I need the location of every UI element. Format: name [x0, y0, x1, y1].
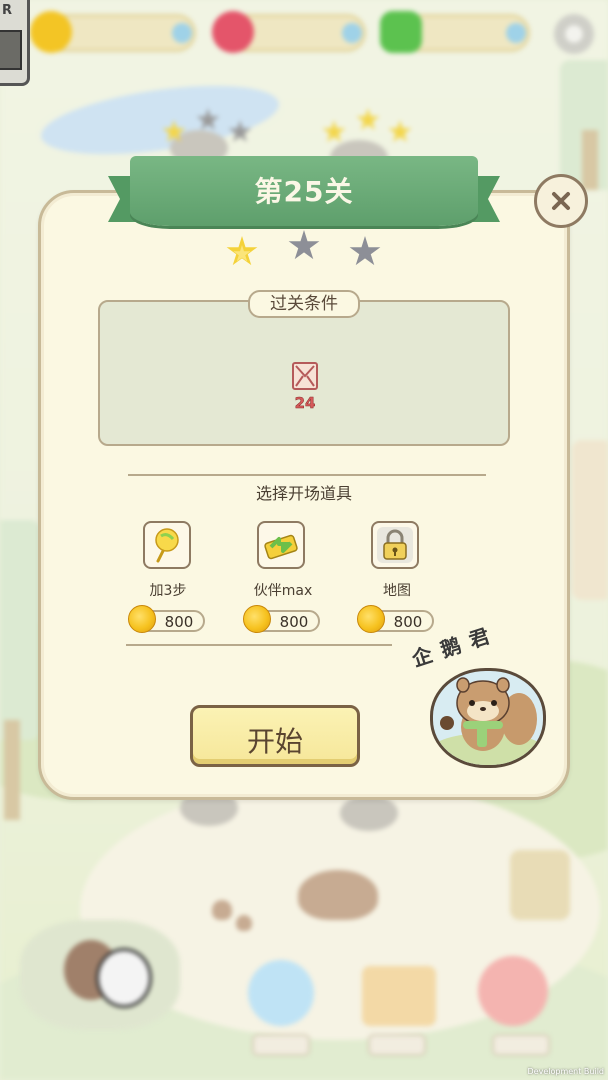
clover-icon	[380, 11, 422, 53]
coin-icon	[357, 605, 385, 633]
heart-icon	[212, 11, 254, 53]
goal-tile-icon	[292, 362, 318, 390]
globe-button[interactable]	[248, 960, 314, 1026]
plus-icon[interactable]	[172, 23, 192, 43]
heart-counter[interactable]	[212, 11, 366, 53]
box-button[interactable]	[362, 966, 436, 1026]
booster-name: 地图	[383, 583, 411, 599]
conditions-title: 过关条件	[248, 290, 360, 318]
close-icon	[552, 192, 570, 210]
boosters-label: 选择开场道具	[255, 484, 352, 503]
lollipop-icon	[155, 528, 179, 563]
booster-plus3-button[interactable]	[143, 521, 191, 569]
divider	[126, 644, 392, 646]
title-ribbon: 第25关	[130, 156, 478, 226]
panda-image	[96, 948, 152, 1008]
lock-icon	[383, 529, 407, 560]
booster-map-button[interactable]	[371, 521, 419, 569]
mascot-avatar	[430, 668, 546, 768]
coin-counter[interactable]	[30, 11, 196, 53]
goal-count: 24	[294, 394, 316, 413]
resource-bar	[0, 0, 608, 70]
coin-icon	[243, 605, 271, 633]
booster-name: 加3步	[149, 583, 187, 599]
start-button[interactable]: 开始	[190, 705, 360, 767]
search-icon[interactable]	[478, 956, 548, 1026]
side-reward-button[interactable]	[510, 850, 570, 920]
debug-letter: R	[2, 3, 13, 18]
gear-icon[interactable]	[554, 14, 594, 54]
coin-icon	[128, 605, 156, 633]
debug-corner-widget[interactable]: R	[0, 0, 30, 86]
swap-arrows-icon	[264, 534, 298, 560]
clover-counter[interactable]	[380, 11, 530, 53]
dev-build-label: Development Build	[527, 1067, 604, 1076]
coin-icon	[30, 11, 72, 53]
level-title: 第25关	[254, 175, 354, 208]
booster-name: 伙伴max	[253, 583, 313, 599]
divider	[128, 474, 486, 476]
plus-icon[interactable]	[506, 23, 526, 43]
close-button[interactable]	[534, 174, 588, 228]
plus-icon[interactable]	[342, 23, 362, 43]
booster-partner-max-button[interactable]	[257, 521, 305, 569]
